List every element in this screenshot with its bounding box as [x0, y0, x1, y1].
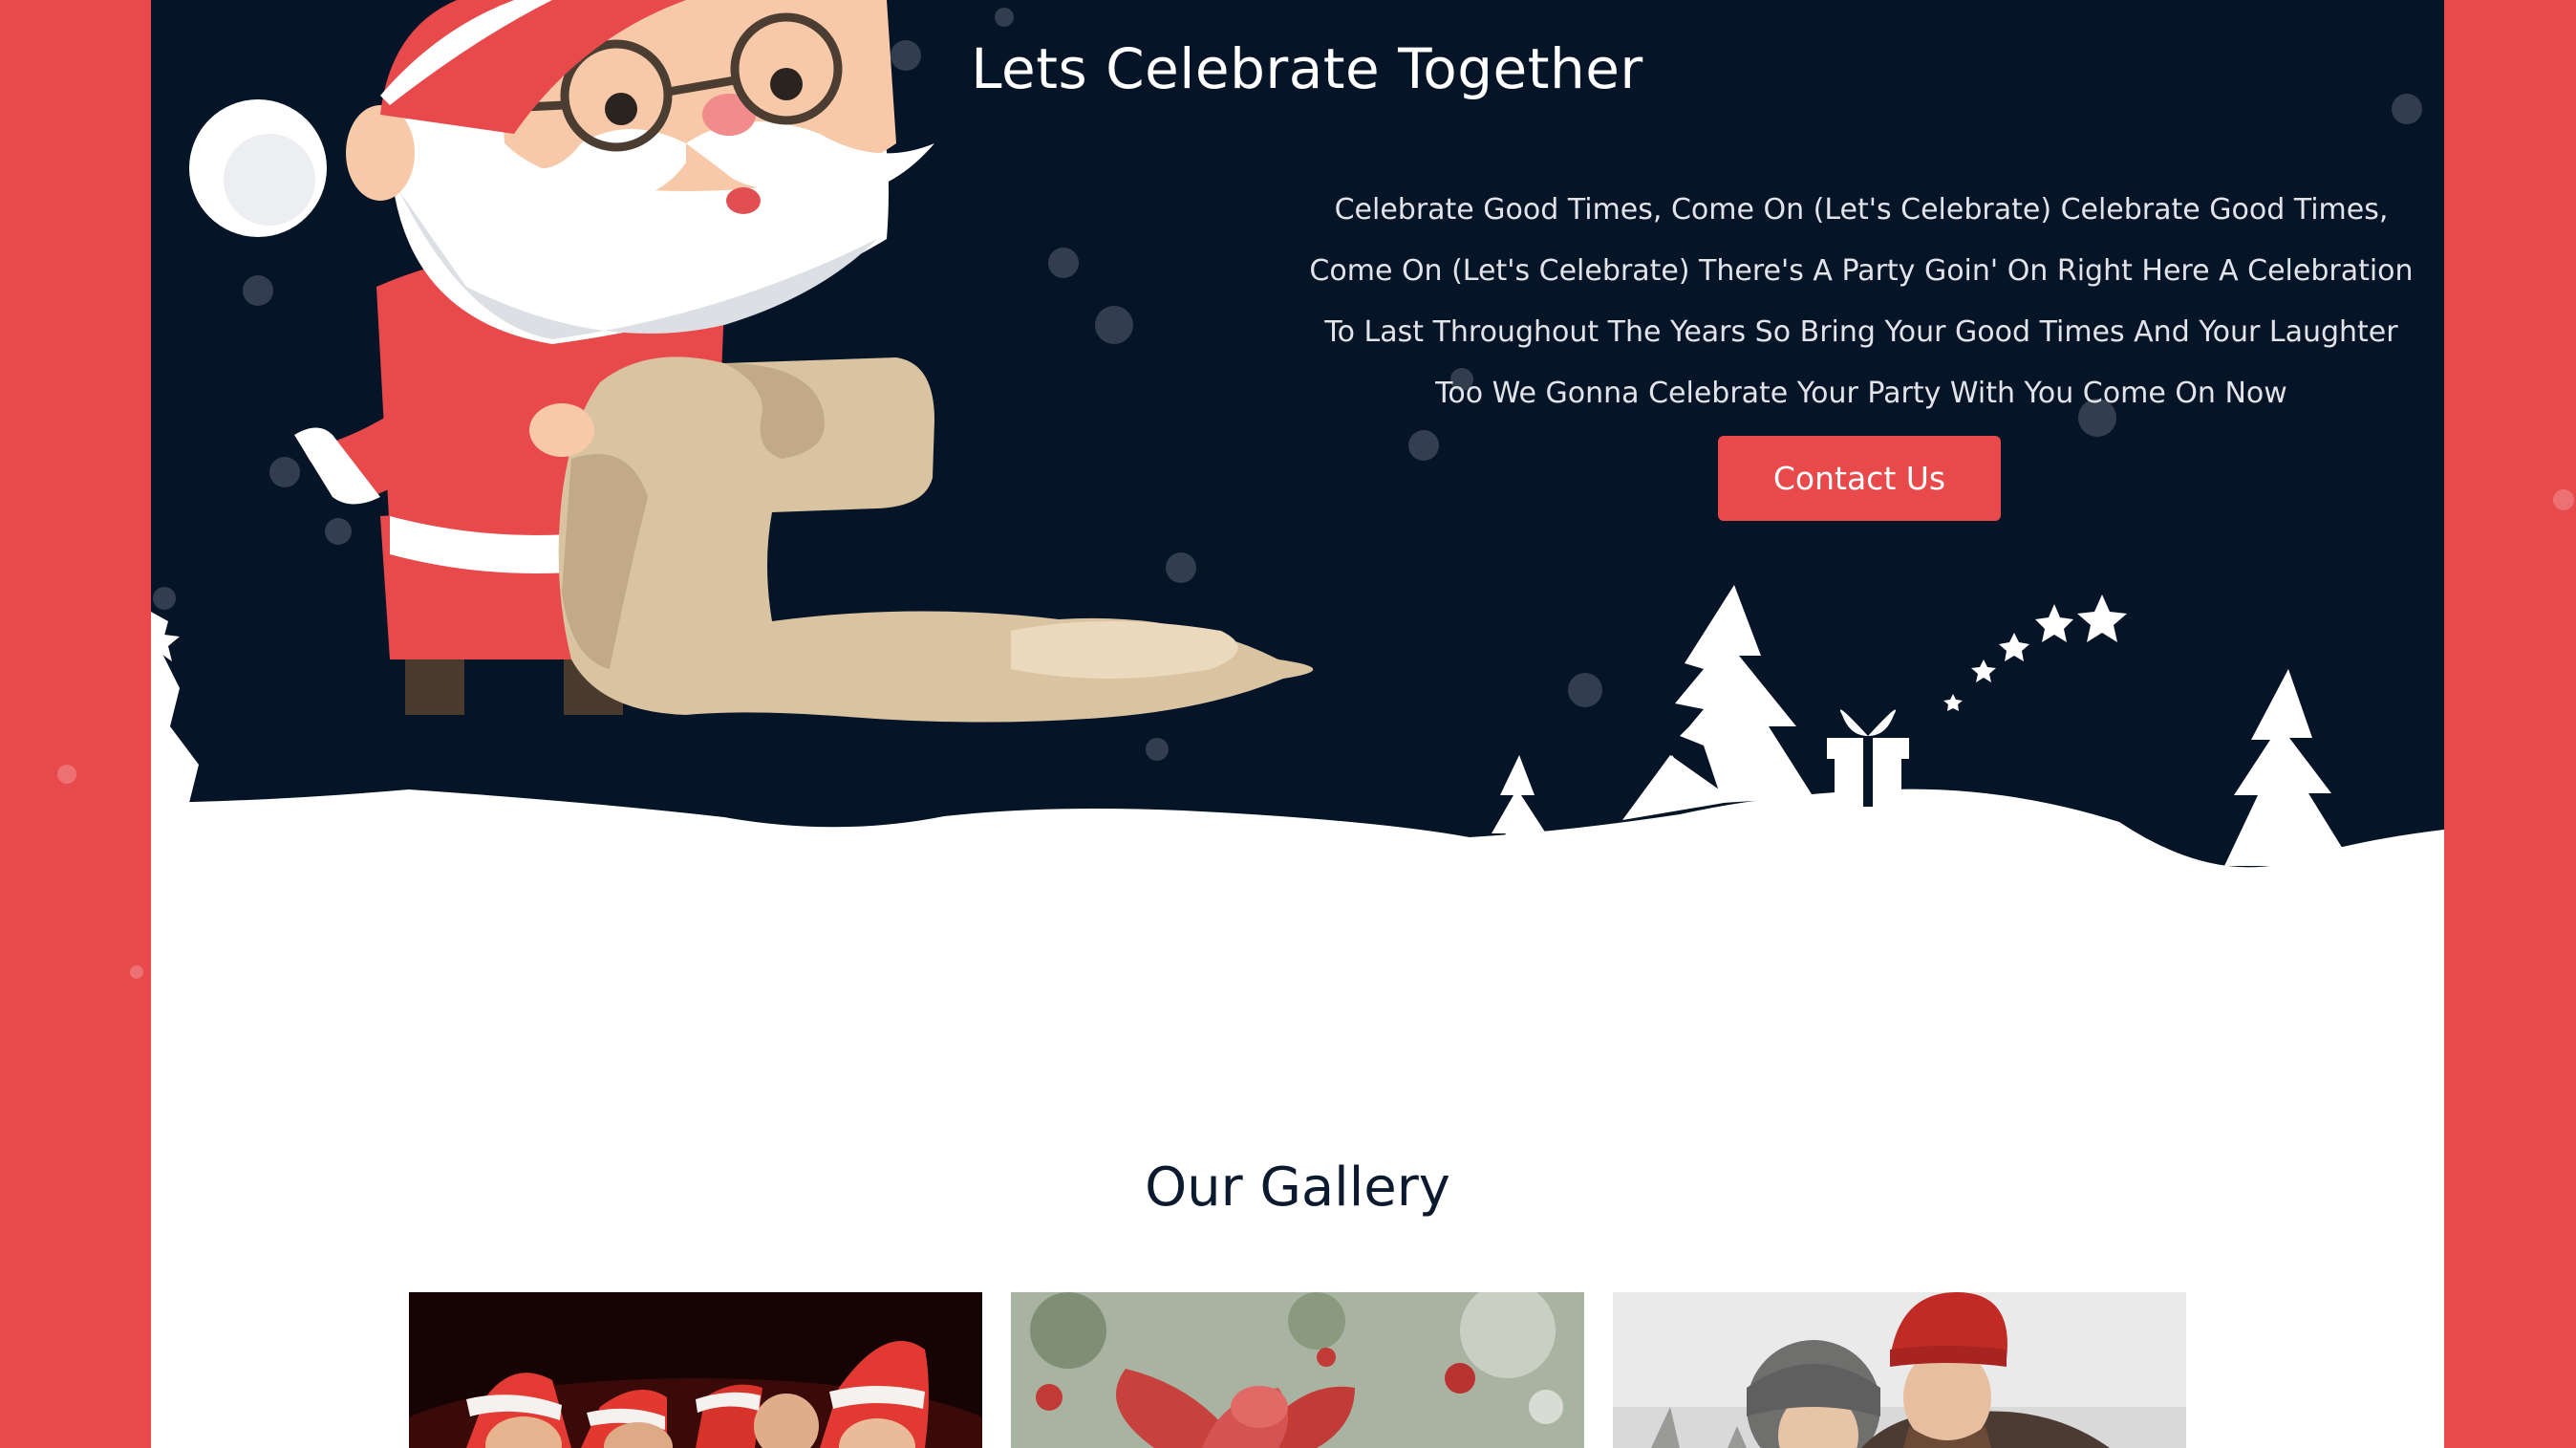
snowflake: [2553, 489, 2574, 510]
gallery-title: Our Gallery: [1145, 1156, 1450, 1219]
contact-us-button[interactable]: Contact Us: [1718, 436, 2001, 521]
gallery-image-red-ribbon-gift[interactable]: [1011, 1292, 1584, 1448]
hero-title: Lets Celebrate Together: [971, 36, 1643, 101]
snowflake: [57, 765, 76, 784]
gallery-image-santa-hats-group[interactable]: [409, 1292, 982, 1448]
snowflake: [130, 965, 143, 979]
gift-icon: [1827, 709, 1909, 807]
page-content: Lets Celebrate Together Celebrate Good T…: [151, 0, 2444, 1448]
hero-illustration: [151, 0, 2444, 889]
hero-section: Lets Celebrate Together Celebrate Good T…: [151, 0, 2444, 889]
santa-illustration: [189, 0, 934, 715]
gallery-image-winter-couple[interactable]: [1613, 1292, 2186, 1448]
hero-description: Celebrate Good Times, Come On (Let's Cel…: [1309, 193, 2414, 410]
stars-icon: [1943, 594, 2127, 711]
scroll-illustration: [529, 357, 1314, 723]
